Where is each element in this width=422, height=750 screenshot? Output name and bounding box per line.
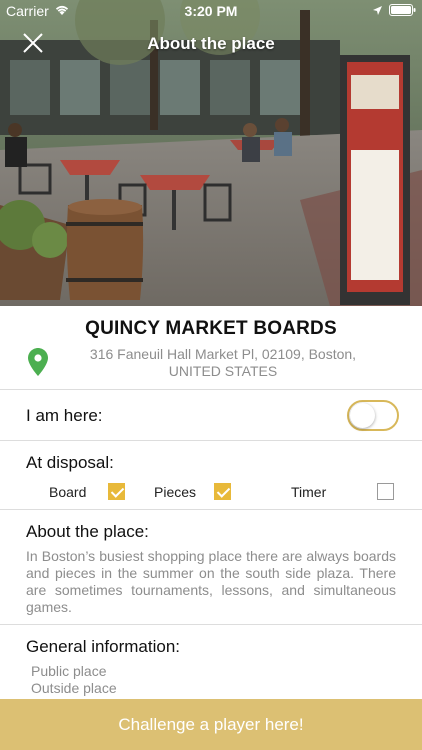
nav-bar: About the place [0, 28, 422, 60]
option-board[interactable]: Board [49, 483, 126, 500]
option-timer-label: Timer [291, 483, 327, 500]
status-time: 3:20 PM [184, 3, 238, 19]
option-pieces-checkbox[interactable] [214, 483, 232, 500]
toggle-knob [350, 403, 375, 428]
map-pin-icon[interactable] [28, 348, 48, 376]
disposal-label: At disposal: [26, 453, 114, 472]
option-pieces[interactable]: Pieces [154, 483, 232, 500]
general-info-list: Public place Outside place [31, 663, 117, 697]
about-row: About the place: In Boston’s busiest sho… [0, 510, 422, 625]
wifi-icon [54, 3, 70, 19]
place-details[interactable]: QUINCY MARKET BOARDS 316 Faneuil Hall Ma… [0, 306, 422, 699]
place-address: 316 Faneuil Hall Market Pl, 02109, Bosto… [89, 346, 357, 379]
location-arrow-icon [372, 3, 383, 19]
option-board-checkbox[interactable] [108, 483, 126, 500]
status-bar: Carrier 3:20 PM [0, 0, 422, 22]
option-timer[interactable]: Timer [291, 483, 395, 500]
presence-row: I am here: [0, 390, 422, 441]
presence-toggle[interactable] [347, 400, 399, 431]
presence-label: I am here: [26, 406, 103, 425]
list-item: Public place [31, 663, 107, 679]
general-info-row: General information: Public place Outsid… [0, 625, 422, 699]
place-header: QUINCY MARKET BOARDS 316 Faneuil Hall Ma… [0, 306, 422, 390]
challenge-player-button[interactable]: Challenge a player here! [0, 699, 422, 750]
general-info-label: General information: [26, 637, 181, 656]
battery-icon [389, 3, 416, 19]
option-timer-checkbox[interactable] [377, 483, 395, 500]
about-label: About the place: [26, 522, 149, 541]
option-pieces-label: Pieces [154, 483, 197, 500]
option-board-label: Board [49, 483, 87, 500]
carrier-label: Carrier [6, 3, 49, 19]
disposal-row: At disposal: Board Pieces Timer [0, 441, 422, 510]
list-item: Outside place [31, 680, 117, 696]
about-text: In Boston’s busiest shopping place there… [26, 548, 396, 615]
place-name: QUINCY MARKET BOARDS [85, 318, 337, 339]
page-title: About the place [147, 34, 275, 53]
